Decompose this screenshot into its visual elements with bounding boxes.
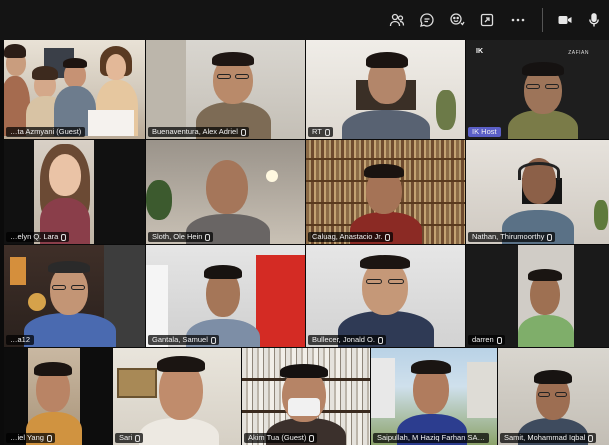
participant-tile[interactable]: Akim Tua (Guest) (242, 348, 370, 445)
participant-tile[interactable]: …iel Yang (4, 348, 112, 445)
meeting-toolbar (0, 0, 609, 40)
participant-name: Bullecer, Jonald O. (308, 335, 386, 345)
mic-icon (496, 336, 502, 344)
participant-name: Nathan, Thirumoorthy (468, 232, 556, 242)
participant-tile[interactable]: …a12 (4, 245, 145, 347)
mic-icon (324, 128, 330, 136)
camera-icon[interactable] (554, 9, 576, 31)
reactions-icon[interactable] (446, 9, 468, 31)
participant-tile[interactable]: …elyn Q. Lara (4, 140, 145, 244)
mic-icon (308, 434, 315, 442)
mic-icon (210, 336, 216, 344)
mic-icon (546, 233, 553, 241)
mic-icon[interactable] (583, 9, 605, 31)
people-icon[interactable] (386, 9, 408, 31)
chat-icon[interactable] (416, 9, 438, 31)
mic-icon (240, 128, 246, 136)
participant-tile[interactable]: Saipullah, M Haziq Farhan SA… (371, 348, 497, 445)
participant-tile[interactable]: Samit, Mohammad Iqbal (498, 348, 609, 445)
mic-icon (204, 233, 211, 241)
participant-tile[interactable]: Nathan, Thirumoorthy (466, 140, 609, 244)
participant-name: …a12 (6, 335, 35, 345)
more-options-icon[interactable] (507, 9, 529, 31)
participant-name: …elyn Q. Lara (6, 232, 70, 242)
brand-label: ZAFIAN (568, 50, 589, 56)
share-tray-icon[interactable] (476, 9, 498, 31)
mic-icon (60, 233, 67, 241)
participant-tile[interactable]: Sari (113, 348, 241, 445)
participant-name: Buenaventura, Alex Adriel (148, 127, 249, 137)
participant-tile[interactable]: IK ZAFIAN IK Host (466, 40, 609, 139)
participant-tile[interactable]: …ta Azmyani (Guest) (4, 40, 145, 139)
participant-name: Samit, Mohammad Iqbal (500, 433, 597, 443)
participant-name: Caluag, Anastacio Jr. (308, 232, 394, 242)
mic-icon (134, 434, 141, 442)
mic-icon (46, 434, 52, 442)
participant-name: Sari (115, 433, 144, 443)
participant-name: …iel Yang (6, 433, 55, 443)
participant-tile[interactable]: Buenaventura, Alex Adriel (146, 40, 305, 139)
participant-tile[interactable]: darren (466, 245, 609, 347)
participant-name: darren (468, 335, 505, 345)
toolbar-divider (542, 8, 543, 32)
participant-tile[interactable]: RT (306, 40, 465, 139)
mic-icon (587, 434, 594, 442)
mic-icon (377, 336, 383, 344)
participant-tile[interactable]: Sloth, Ole Hein (146, 140, 305, 244)
participant-name: Gantala, Samuel (148, 335, 219, 345)
participant-name: Akim Tua (Guest) (244, 433, 318, 443)
participant-tile[interactable]: Gantala, Samuel (146, 245, 305, 347)
mic-icon (384, 233, 391, 241)
participant-name: RT (308, 127, 333, 137)
participant-tile[interactable]: Caluag, Anastacio Jr. (306, 140, 465, 244)
ik-logo: IK (476, 48, 483, 55)
video-grid: …ta Azmyani (Guest) Buenaventura, Alex A… (0, 40, 609, 445)
participant-name: Sloth, Ole Hein (148, 232, 214, 242)
participant-tile[interactable]: Bullecer, Jonald O. (306, 245, 465, 347)
participant-name: IK Host (468, 127, 501, 137)
participant-name: …ta Azmyani (Guest) (6, 127, 86, 137)
participant-name: Saipullah, M Haziq Farhan SA… (373, 433, 489, 443)
